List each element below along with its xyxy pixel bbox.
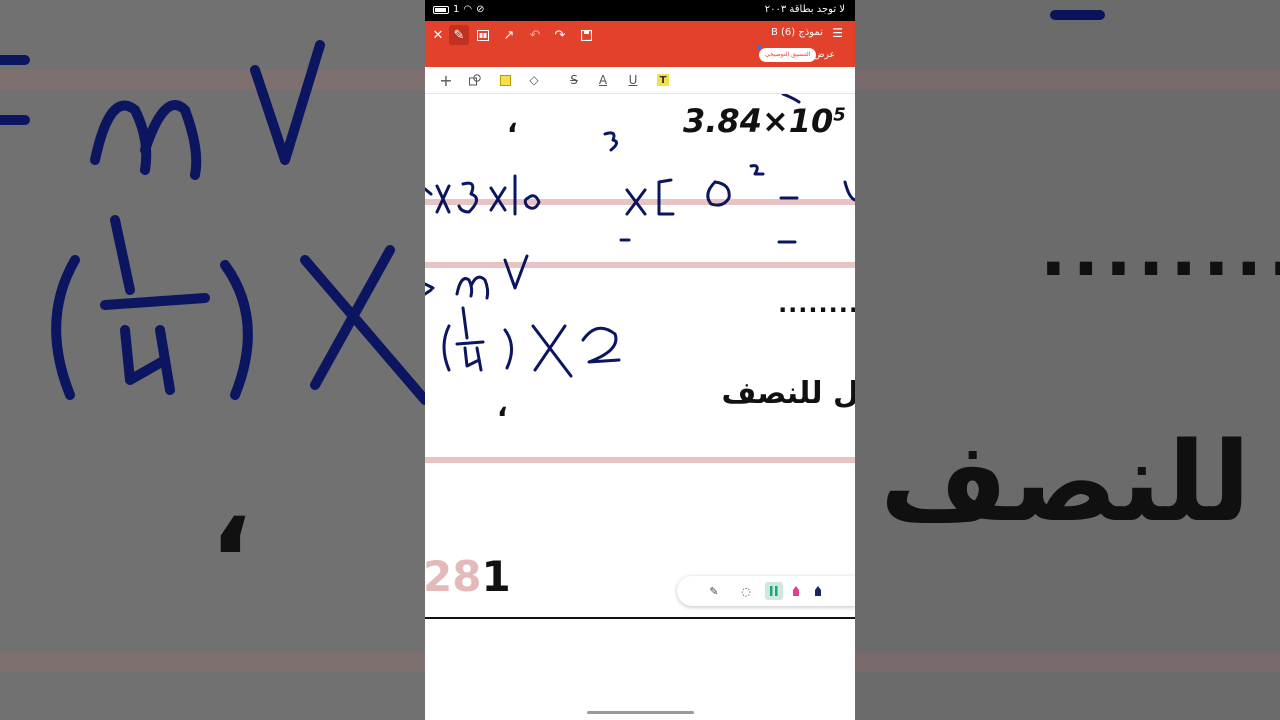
lasso-icon[interactable]: ◌	[737, 582, 755, 600]
highlight-square-icon[interactable]	[497, 72, 513, 88]
text-color-icon[interactable]: A	[595, 72, 611, 88]
carrier-text: لا توجد بطاقة ٢٠٠٣	[764, 4, 845, 15]
text-highlight-icon[interactable]: T	[657, 74, 669, 86]
ruled-line	[425, 457, 855, 463]
phone-screen: 1 ◠ ⊘ لا توجد بطاقة ٢٠٠٣ ✕ ✎ ↗ ↶ ↷ نموذج…	[425, 0, 855, 720]
home-indicator[interactable]	[587, 711, 694, 714]
page-divider	[425, 617, 855, 619]
pen-icon[interactable]: ✎	[449, 25, 469, 45]
redo-icon[interactable]: ↷	[550, 25, 570, 45]
app-toolbar: ✕ ✎ ↗ ↶ ↷ نموذج (6) B ☰ التنسيق التوضيحي…	[425, 21, 855, 67]
wifi-icon: ◠	[463, 4, 473, 15]
pen-settings-icon[interactable]: ✎	[705, 582, 723, 600]
pen-pink-icon[interactable]	[787, 582, 805, 600]
mode-pill[interactable]: التنسيق التوضيحي	[759, 48, 817, 62]
status-bar: 1 ◠ ⊘ لا توجد بطاقة ٢٠٠٣	[425, 0, 855, 21]
battery-icon	[433, 5, 449, 14]
page-number: 281	[425, 552, 511, 601]
share-icon[interactable]: ↗	[499, 25, 519, 45]
page-number-digit: 1	[481, 552, 511, 601]
document-page[interactable]: 3.84×105 ، ، ........ ل للنصف 281	[425, 94, 855, 720]
mute-icon: ⊘	[476, 4, 485, 15]
menu-icon[interactable]: ☰	[832, 26, 843, 40]
thumbnails-icon[interactable]	[473, 25, 493, 45]
status-icons: 1 ◠ ⊘	[433, 4, 485, 15]
annotation-toolbar: + ◇ S A U T	[425, 67, 855, 94]
screen: ........ ل للنصف ، 1 ◠	[0, 0, 1280, 720]
close-icon[interactable]: ✕	[428, 25, 448, 45]
undo-icon[interactable]: ↶	[525, 25, 545, 45]
shapes-icon[interactable]	[467, 72, 483, 88]
save-icon[interactable]	[576, 25, 596, 45]
document-title: نموذج (6) B	[770, 27, 823, 38]
pen-dock: ✎ ◌	[677, 576, 855, 606]
page-number-faded: 28	[425, 552, 482, 601]
sim-icon: 1	[453, 4, 460, 15]
plus-icon[interactable]: +	[438, 71, 454, 90]
comma: ،	[497, 390, 508, 423]
view-tab[interactable]: عرض	[814, 50, 835, 60]
pen-green-icon[interactable]	[765, 582, 783, 600]
bg-shade	[855, 0, 1280, 720]
underline-icon[interactable]: U	[625, 72, 641, 88]
strikethrough-icon[interactable]: S	[566, 72, 582, 88]
eraser-icon[interactable]: ◇	[526, 72, 542, 88]
pen-navy-icon[interactable]	[809, 582, 827, 600]
handwriting-ink	[425, 94, 855, 378]
